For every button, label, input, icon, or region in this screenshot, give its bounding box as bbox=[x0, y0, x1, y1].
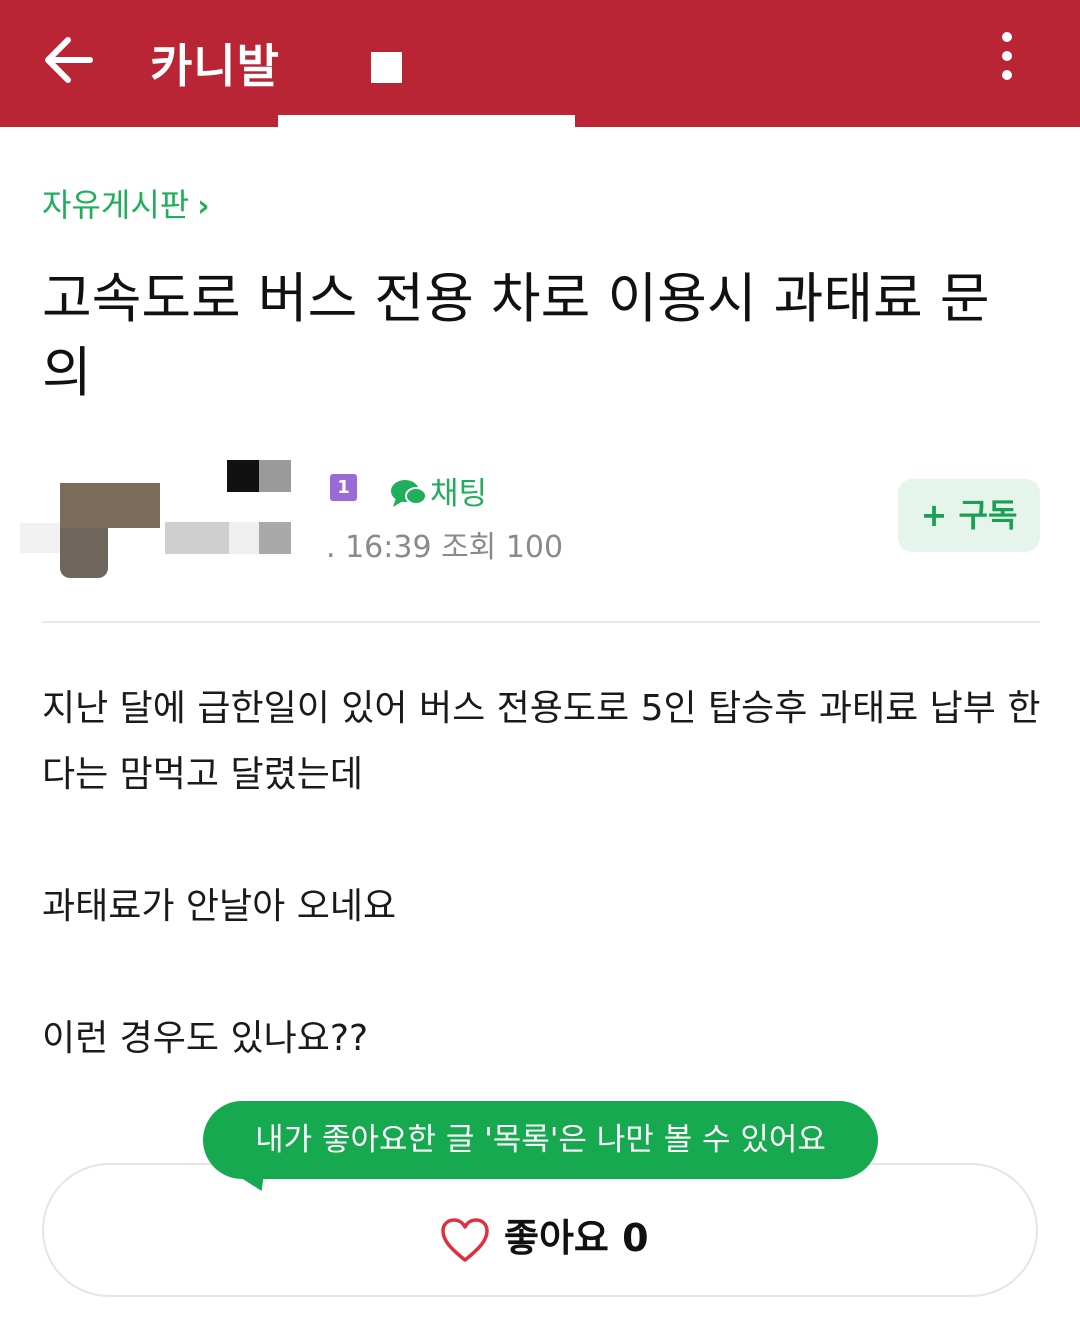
post-time: . 16:39 bbox=[326, 530, 432, 565]
member-level-badge: 1 bbox=[330, 474, 357, 501]
chat-button[interactable]: 채팅 bbox=[390, 468, 487, 512]
like-label: 좋아요 bbox=[504, 1216, 609, 1260]
chevron-right-icon: › bbox=[197, 189, 210, 224]
heart-icon bbox=[441, 1218, 489, 1262]
post-title: 고속도로 버스 전용 차로 이용시 과태료 문의 bbox=[42, 267, 990, 404]
more-dot-icon bbox=[1002, 32, 1012, 42]
board-link[interactable]: 자유게시판 › bbox=[42, 180, 210, 226]
author-row: 1 채팅 . 16:39 조회 100 + 구독 bbox=[0, 458, 1080, 598]
cafe-title[interactable]: 카니발 bbox=[150, 30, 280, 96]
back-button[interactable] bbox=[38, 30, 102, 90]
arrow-left-icon bbox=[45, 37, 93, 83]
post-content: 지난 달에 급한일이 있어 버스 전용도로 5인 탑승후 과태료 납부 한다는 … bbox=[42, 676, 1042, 1072]
like-count: 0 bbox=[622, 1216, 649, 1260]
tab-indicator bbox=[278, 115, 575, 127]
post-meta: . 16:39 조회 100 bbox=[326, 522, 563, 566]
author-nickname-redacted[interactable] bbox=[165, 460, 291, 492]
content-paragraph: 지난 달에 급한일이 있어 버스 전용도로 5인 탑승후 과태료 납부 한다는 … bbox=[42, 688, 1041, 795]
square-icon bbox=[371, 52, 402, 83]
more-dot-icon bbox=[1002, 70, 1012, 80]
content-paragraph: 이런 경우도 있나요?? bbox=[42, 1018, 369, 1059]
like-tooltip: 내가 좋아요한 글 '목록'은 나만 볼 수 있어요 bbox=[203, 1101, 878, 1179]
content-paragraph: 과태료가 안날아 오네요 bbox=[42, 886, 397, 927]
like-inner: 좋아요 0 bbox=[440, 1207, 649, 1263]
post-date-redacted bbox=[165, 522, 291, 554]
more-options-button[interactable] bbox=[990, 32, 1024, 88]
views-label: 조회 bbox=[441, 530, 497, 565]
divider bbox=[42, 621, 1040, 623]
subscribe-button[interactable]: + 구독 bbox=[898, 479, 1040, 552]
chat-label: 채팅 bbox=[430, 476, 488, 512]
like-button[interactable]: 좋아요 0 bbox=[42, 1163, 1038, 1297]
board-name: 자유게시판 bbox=[42, 186, 190, 224]
views-count: 100 bbox=[505, 530, 564, 565]
chat-bubble-icon bbox=[391, 480, 427, 507]
more-dot-icon bbox=[1002, 51, 1012, 61]
avatar[interactable] bbox=[20, 483, 160, 578]
app-header: 카니발 bbox=[0, 0, 1080, 127]
